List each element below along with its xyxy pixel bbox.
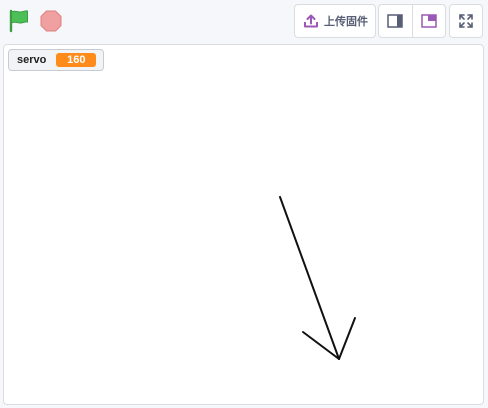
green-flag-icon [9,9,28,33]
green-flag-button[interactable] [7,9,33,33]
arrow-sprite[interactable] [4,45,484,405]
large-stage-icon [421,14,437,28]
small-stage-icon [387,14,404,28]
upload-firmware-label: 上传固件 [324,16,368,28]
fullscreen-button[interactable] [449,4,483,38]
small-stage-button[interactable] [379,5,412,37]
stop-button[interactable] [38,9,64,33]
stage-canvas[interactable]: servo 160 [3,44,484,405]
upload-icon [304,14,318,28]
large-stage-button[interactable] [411,5,445,37]
stage-toolbar: 上传固件 [0,0,488,42]
upload-firmware-button[interactable]: 上传固件 [294,4,376,38]
stage-layout-group [378,4,446,38]
stop-sign-icon [40,10,62,32]
fullscreen-icon [459,14,473,28]
